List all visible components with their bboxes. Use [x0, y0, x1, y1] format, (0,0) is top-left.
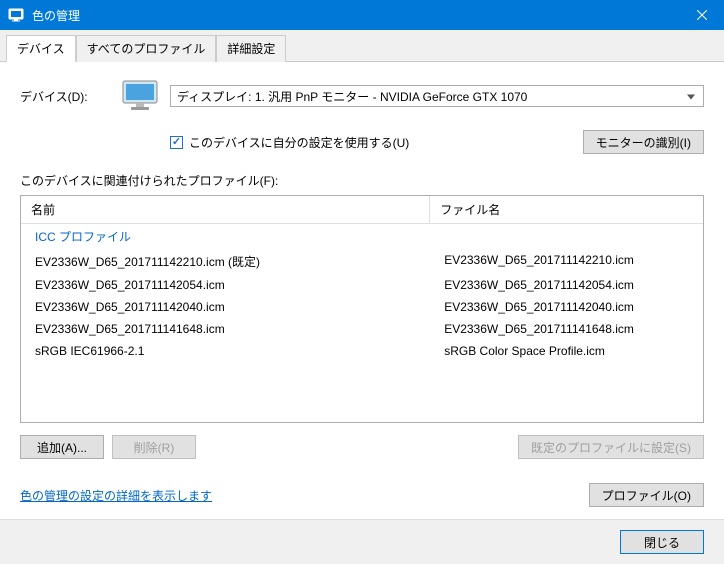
- titlebar: 色の管理: [0, 0, 724, 30]
- profile-name: EV2336W_D65_201711142040.icm: [21, 298, 430, 316]
- monitor-icon: [120, 78, 160, 114]
- app-icon: [8, 7, 24, 23]
- device-selected-text: ディスプレイ: 1. 汎用 PnP モニター - NVIDIA GeForce …: [177, 88, 527, 105]
- device-dropdown[interactable]: ディスプレイ: 1. 汎用 PnP モニター - NVIDIA GeForce …: [170, 85, 704, 107]
- footer: 閉じる: [0, 519, 724, 564]
- table-row[interactable]: EV2336W_D65_201711142054.icmEV2336W_D65_…: [21, 274, 703, 296]
- profile-name: EV2336W_D65_201711142210.icm (既定): [21, 251, 430, 272]
- profile-name: EV2336W_D65_201711141648.icm: [21, 320, 430, 338]
- device-panel: デバイス(D): ディスプレイ: 1. 汎用 PnP モニター - NVIDIA…: [0, 62, 724, 519]
- tab-all-profiles[interactable]: すべてのプロファイル: [76, 35, 217, 62]
- remove-button: 削除(R): [112, 435, 196, 459]
- tab-advanced[interactable]: 詳細設定: [216, 35, 286, 62]
- content-area: デバイス すべてのプロファイル 詳細設定 デバイス(D): ディスプレイ: 1.…: [0, 30, 724, 564]
- tab-strip: デバイス すべてのプロファイル 詳細設定: [0, 30, 724, 62]
- profiles-table[interactable]: 名前 ファイル名 ICC プロファイル EV2336W_D65_20171114…: [20, 195, 704, 423]
- profile-buttons-row: 追加(A)... 削除(R) 既定のプロファイルに設定(S): [20, 435, 704, 459]
- table-row[interactable]: EV2336W_D65_201711141648.icmEV2336W_D65_…: [21, 318, 703, 340]
- table-row[interactable]: EV2336W_D65_201711142210.icm (既定)EV2336W…: [21, 249, 703, 274]
- use-settings-row: このデバイスに自分の設定を使用する(U) モニターの識別(I): [170, 130, 704, 154]
- device-selector-row: デバイス(D): ディスプレイ: 1. 汎用 PnP モニター - NVIDIA…: [20, 78, 704, 114]
- column-name[interactable]: 名前: [21, 196, 430, 223]
- table-row[interactable]: sRGB IEC61966-2.1sRGB Color Space Profil…: [21, 340, 703, 362]
- identify-monitor-button[interactable]: モニターの識別(I): [583, 130, 704, 154]
- device-label: デバイス(D):: [20, 88, 110, 105]
- link-row: 色の管理の設定の詳細を表示します プロファイル(O): [20, 483, 704, 507]
- profiles-button[interactable]: プロファイル(O): [589, 483, 704, 507]
- icc-group-header: ICC プロファイル: [21, 224, 703, 249]
- tab-device[interactable]: デバイス: [6, 35, 76, 62]
- table-header: 名前 ファイル名: [21, 196, 703, 224]
- advanced-settings-link[interactable]: 色の管理の設定の詳細を表示します: [20, 487, 212, 504]
- spacer: [204, 435, 510, 459]
- use-settings-label: このデバイスに自分の設定を使用する(U): [189, 134, 409, 151]
- use-settings-checkbox[interactable]: [170, 136, 183, 149]
- profiles-section-label: このデバイスに関連付けられたプロファイル(F):: [20, 172, 704, 189]
- profile-file: sRGB Color Space Profile.icm: [430, 342, 703, 360]
- window-title: 色の管理: [32, 7, 679, 24]
- profile-file: EV2336W_D65_201711142210.icm: [430, 251, 703, 272]
- column-file[interactable]: ファイル名: [430, 196, 703, 223]
- profile-file: EV2336W_D65_201711142040.icm: [430, 298, 703, 316]
- profile-name: sRGB IEC61966-2.1: [21, 342, 430, 360]
- add-button[interactable]: 追加(A)...: [20, 435, 104, 459]
- set-default-button: 既定のプロファイルに設定(S): [518, 435, 704, 459]
- close-icon: [697, 10, 707, 20]
- profile-file: EV2336W_D65_201711141648.icm: [430, 320, 703, 338]
- profile-name: EV2336W_D65_201711142054.icm: [21, 276, 430, 294]
- table-row[interactable]: EV2336W_D65_201711142040.icmEV2336W_D65_…: [21, 296, 703, 318]
- close-dialog-button[interactable]: 閉じる: [620, 530, 704, 554]
- close-button[interactable]: [679, 0, 724, 30]
- profile-file: EV2336W_D65_201711142054.icm: [430, 276, 703, 294]
